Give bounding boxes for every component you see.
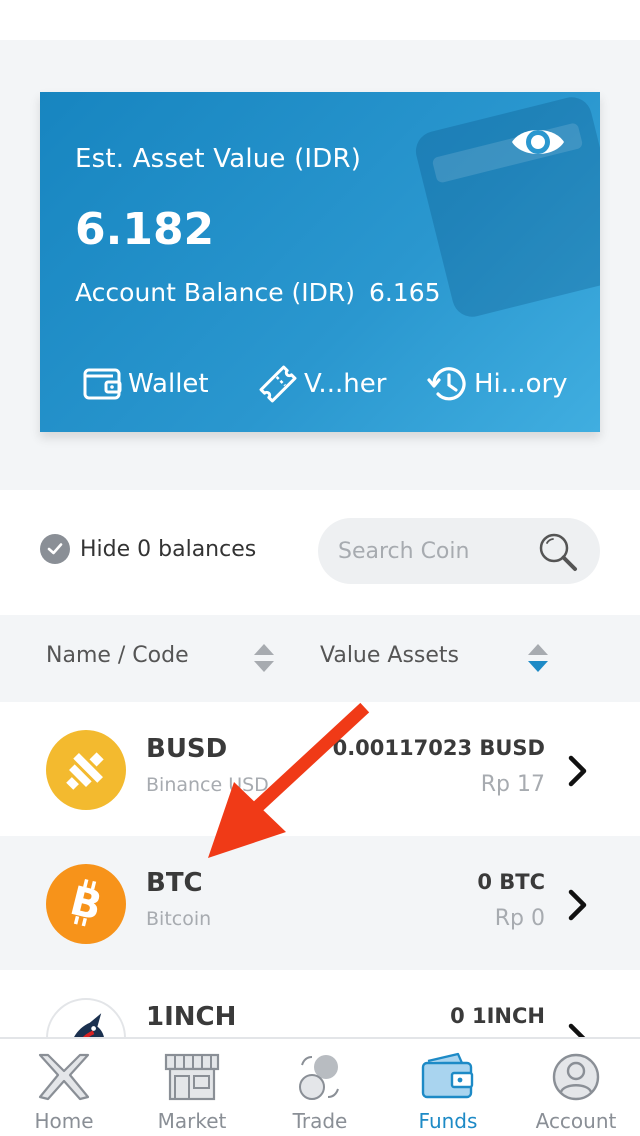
- asset-summary-card: Est. Asset Value (IDR) 6.182 Account Bal…: [40, 92, 600, 432]
- wallet-label: Wallet: [128, 369, 209, 399]
- coin-name: Bitcoin: [146, 908, 212, 930]
- hide-zero-balances-label: Hide 0 balances: [80, 536, 257, 562]
- account-icon: [552, 1053, 600, 1101]
- nav-home-label: Home: [34, 1109, 94, 1133]
- coin-code: BUSD: [146, 734, 228, 764]
- voucher-button[interactable]: V...her: [256, 362, 386, 406]
- coin-value-idr: Rp 0: [494, 906, 545, 931]
- est-asset-value: 6.182: [75, 204, 215, 255]
- wallet-button[interactable]: Wallet: [82, 362, 209, 406]
- home-icon: [38, 1053, 90, 1101]
- nav-trade[interactable]: Trade: [256, 1039, 384, 1136]
- nav-home[interactable]: Home: [0, 1039, 128, 1136]
- search-coin-input[interactable]: [338, 532, 533, 570]
- nav-funds-label: Funds: [418, 1109, 478, 1133]
- sort-header: Name / Code Value Assets: [0, 615, 640, 702]
- coin-amount: 0.00117023 BUSD: [332, 736, 545, 760]
- coin-amount: 0 BTC: [477, 870, 545, 894]
- checkmark-icon: [40, 534, 70, 564]
- account-balance-value: 6.165: [369, 278, 441, 307]
- eye-icon[interactable]: [510, 120, 566, 164]
- coin-name: Binance USD: [146, 774, 269, 796]
- trade-icon: [299, 1055, 339, 1100]
- nav-market[interactable]: Market: [128, 1039, 256, 1136]
- chevron-right-icon: [568, 755, 587, 787]
- coin-row-btc[interactable]: B BTC Bitcoin 0 BTC Rp 0: [0, 836, 640, 970]
- busd-logo: [46, 730, 126, 810]
- sort-arrows-active-icon[interactable]: [526, 641, 550, 675]
- btc-logo: B: [46, 864, 126, 944]
- nav-account-label: Account: [535, 1109, 617, 1133]
- coin-amount: 0 1INCH: [450, 1004, 545, 1028]
- voucher-label: V...her: [304, 369, 387, 399]
- sort-by-name[interactable]: Name / Code: [46, 643, 189, 668]
- coin-code: BTC: [146, 868, 203, 898]
- history-button[interactable]: Hi...ory: [426, 362, 568, 406]
- history-label: Hi...ory: [474, 369, 568, 399]
- sort-by-value[interactable]: Value Assets: [320, 643, 459, 668]
- account-balance: Account Balance (IDR) 6.165: [75, 278, 441, 307]
- chevron-right-icon: [568, 889, 587, 921]
- nav-market-label: Market: [157, 1109, 227, 1133]
- nav-funds[interactable]: Funds: [384, 1039, 512, 1136]
- filter-row: Hide 0 balances: [0, 490, 640, 615]
- sort-arrows-icon[interactable]: [252, 641, 276, 675]
- hide-zero-balances-toggle[interactable]: Hide 0 balances: [40, 534, 256, 564]
- search-box[interactable]: [318, 518, 600, 584]
- coin-value-idr: Rp 17: [480, 772, 545, 797]
- search-icon[interactable]: [536, 530, 580, 574]
- coin-code: 1INCH: [146, 1002, 237, 1032]
- wallet-icon: [83, 368, 122, 400]
- nav-trade-label: Trade: [292, 1109, 348, 1133]
- voucher-icon: [259, 365, 297, 403]
- account-balance-label: Account Balance (IDR): [75, 278, 356, 307]
- coin-row-busd[interactable]: BUSD Binance USD 0.00117023 BUSD Rp 17: [0, 702, 640, 836]
- est-asset-value-label: Est. Asset Value (IDR): [75, 144, 362, 174]
- history-icon: [427, 367, 466, 401]
- nav-account[interactable]: Account: [512, 1039, 640, 1136]
- status-bar-area: [0, 0, 640, 40]
- funds-icon: [421, 1052, 474, 1099]
- bottom-nav: Home Market Trade Funds Account: [0, 1037, 640, 1136]
- card-actions: Wallet V...her Hi...ory: [40, 362, 600, 406]
- market-icon: [164, 1053, 220, 1101]
